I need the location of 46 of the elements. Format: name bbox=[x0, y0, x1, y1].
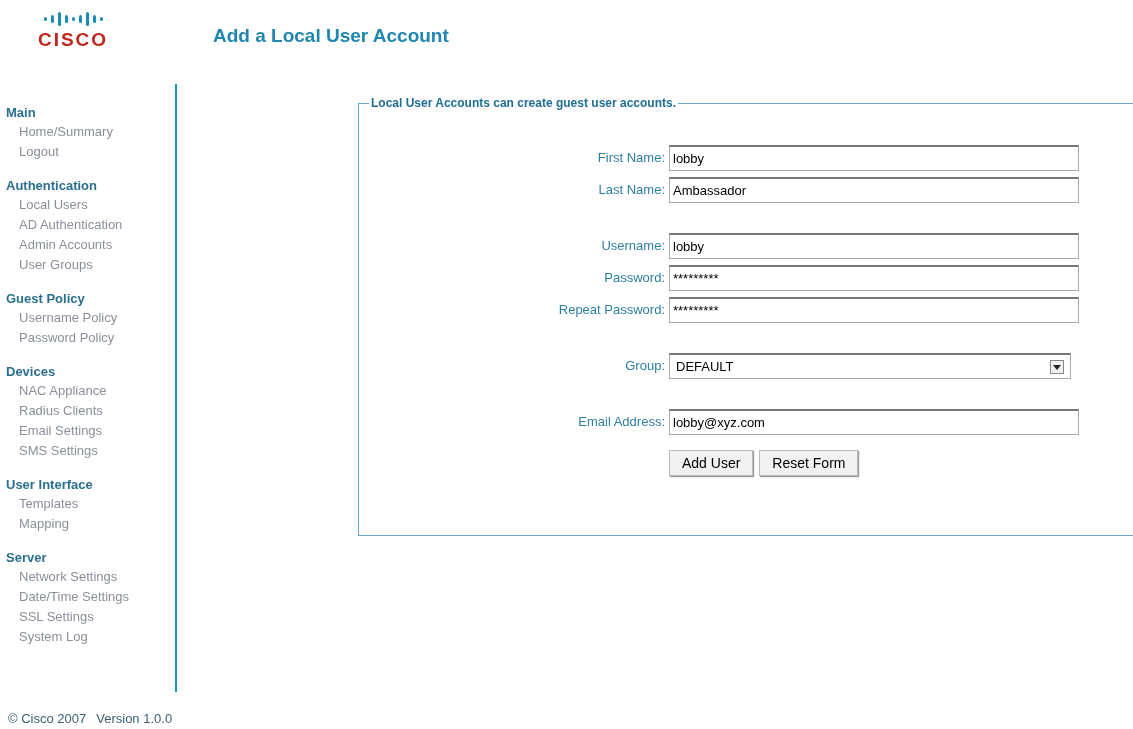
sidebar-link[interactable]: System Log bbox=[19, 627, 88, 647]
text-field[interactable]: lobby bbox=[669, 233, 1079, 259]
text-field[interactable]: lobby bbox=[669, 145, 1079, 171]
sidebar-link[interactable]: NAC Appliance bbox=[19, 381, 107, 401]
sidebar-link[interactable]: AD Authentication bbox=[19, 215, 123, 235]
form-button[interactable]: Add User bbox=[669, 450, 754, 476]
sidebar-link[interactable]: Radius Clients bbox=[19, 401, 103, 421]
sidebar-section-title: Main bbox=[6, 104, 37, 122]
sidebar-link[interactable]: Local Users bbox=[19, 195, 88, 215]
text-field[interactable]: lobby@xyz.com bbox=[669, 409, 1079, 435]
form-legend: Local User Accounts can create guest user accounts. bbox=[369, 94, 678, 112]
page-title: Add a Local User Account bbox=[213, 24, 449, 48]
field-label: Group: bbox=[624, 357, 665, 376]
sidebar-link[interactable]: SSL Settings bbox=[19, 607, 94, 627]
sidebar-link[interactable]: Admin Accounts bbox=[19, 235, 113, 255]
form-button[interactable]: Reset Form bbox=[759, 450, 859, 476]
field-label: First Name: bbox=[596, 149, 665, 168]
field-label: Password: bbox=[603, 269, 665, 288]
logo-bars-icon bbox=[42, 10, 104, 28]
sidebar-link[interactable]: Username Policy bbox=[19, 308, 118, 328]
sidebar-link[interactable]: User Groups bbox=[19, 255, 93, 275]
sidebar-link[interactable]: Email Settings bbox=[19, 421, 103, 441]
field-label: Last Name: bbox=[597, 181, 665, 200]
sidebar-section-title: Server bbox=[6, 549, 48, 567]
field-label: Username: bbox=[600, 237, 665, 256]
sidebar-section-title: Authentication bbox=[6, 177, 98, 195]
sidebar-section-title: Devices bbox=[6, 363, 57, 381]
sidebar-link[interactable]: Password Policy bbox=[19, 328, 115, 348]
logo-wordmark: CISCO bbox=[37, 28, 109, 52]
sidebar-link[interactable]: SMS Settings bbox=[19, 441, 98, 461]
sidebar-link[interactable]: Date/Time Settings bbox=[19, 587, 130, 607]
sidebar-link[interactable]: Network Settings bbox=[19, 567, 118, 587]
copyright-text: © Cisco 2007 bbox=[8, 710, 87, 728]
field-label: Email Address: bbox=[577, 413, 665, 432]
sidebar-link[interactable]: Templates bbox=[19, 494, 79, 514]
sidebar-link[interactable]: Logout bbox=[19, 142, 59, 162]
group-dropdown[interactable]: DEFAULT bbox=[669, 353, 1071, 379]
text-field[interactable]: ********* bbox=[669, 297, 1079, 323]
sidebar-link[interactable]: Mapping bbox=[19, 514, 69, 534]
sidebar-section-title: User Interface bbox=[6, 476, 94, 494]
version-text: Version 1.0.0 bbox=[96, 710, 173, 728]
text-field[interactable]: ********* bbox=[669, 265, 1079, 291]
sidebar-section-title: Guest Policy bbox=[6, 290, 86, 308]
sidebar-link[interactable]: Home/Summary bbox=[19, 122, 113, 142]
field-label: Repeat Password: bbox=[557, 301, 665, 320]
text-field[interactable]: Ambassador bbox=[669, 177, 1079, 203]
